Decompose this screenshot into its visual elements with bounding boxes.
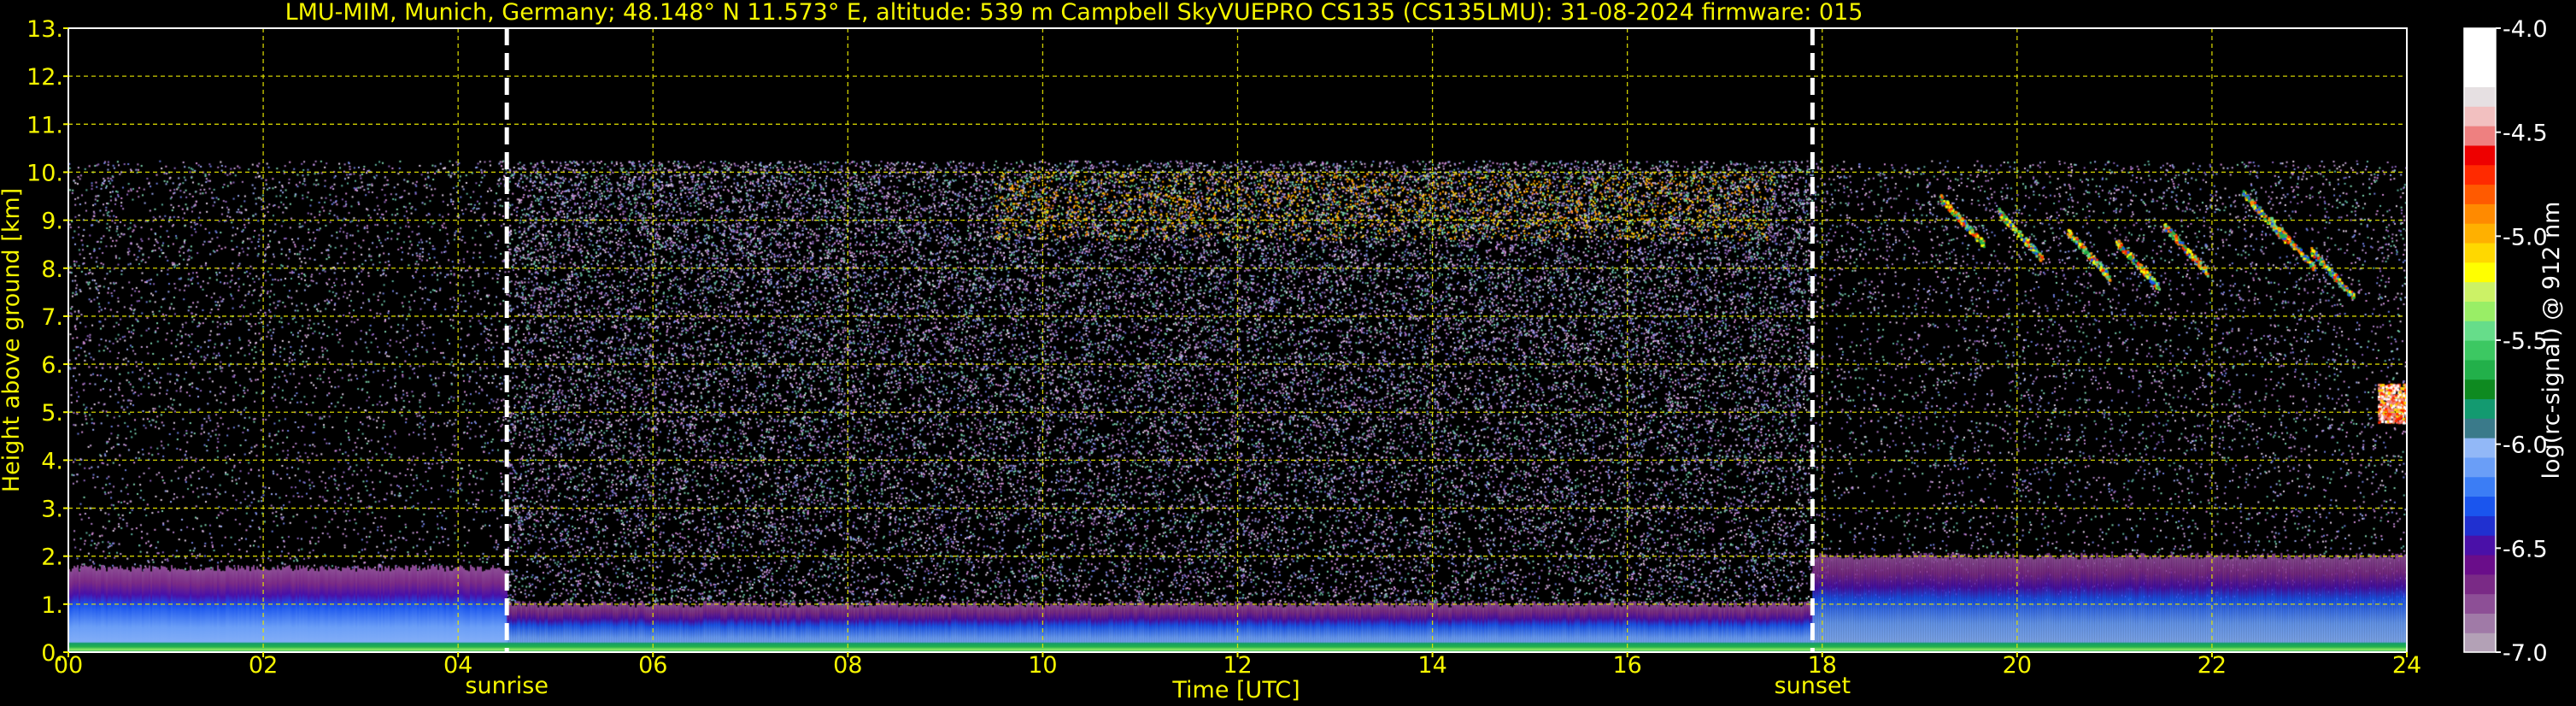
colorbar-swatch [2464, 515, 2496, 536]
x-axis-label: Time [UTC] [1171, 677, 1300, 703]
y-tick-label: 9. [41, 209, 63, 235]
colorbar-swatch [2464, 476, 2496, 497]
y-tick-label: 0. [41, 640, 63, 667]
colorbar-swatch [2464, 301, 2496, 321]
colorbar-swatch [2464, 67, 2496, 88]
x-tick-label: 16 [1612, 652, 1641, 679]
colorbar-swatch [2464, 144, 2496, 166]
y-tick-label: 8. [41, 256, 63, 283]
colorbar-swatch [2464, 106, 2496, 126]
colorbar-swatch [2464, 86, 2496, 107]
y-tick-label: 13. [26, 16, 63, 43]
colorbar-swatch [2464, 184, 2496, 204]
colorbar-label: log(rc-signal) @ 912 nm [2538, 202, 2565, 479]
x-tick-label: 10 [1028, 652, 1057, 679]
ceilometer-chart: sunrise sunset 00 02 04 06 08 10 12 14 16 18 20 22 24… [0, 0, 2565, 703]
colorbar-swatch [2464, 262, 2496, 283]
colorbar-swatch [2464, 438, 2496, 458]
y-tick-label: 7. [41, 304, 63, 331]
colorbar-swatch [2464, 418, 2496, 438]
colorbar-swatch [2464, 398, 2496, 419]
sunrise-label: sunrise [465, 673, 549, 699]
y-tick-label: 12. [26, 64, 63, 91]
y-tick-label: 5. [41, 400, 63, 427]
x-tick-label: 24 [2392, 652, 2421, 679]
y-tick-label: 4. [41, 448, 63, 474]
colorbar-swatch [2464, 281, 2496, 302]
colorbar-swatch [2464, 574, 2496, 595]
y-tick-label: 10. [26, 160, 63, 186]
y-tick-label: 3. [41, 497, 63, 523]
y-tick-label: 11. [26, 112, 63, 138]
colorbar-swatch [2464, 379, 2496, 400]
colorbar-tick-label: -7.0 [2503, 640, 2548, 667]
colorbar-swatch [2464, 593, 2496, 614]
colorbar-tick-label: -6.5 [2503, 536, 2548, 562]
colorbar-swatch [2464, 242, 2496, 263]
x-tick-label: 20 [2003, 652, 2032, 679]
colorbar: -7.0-6.5-6.0-5.5-5.0-4.5-4.0 [2463, 16, 2548, 667]
x-tick-label: 02 [249, 652, 278, 679]
colorbar-swatch [2464, 613, 2496, 633]
x-tick-label: 14 [1417, 652, 1446, 679]
x-tick-label: 22 [2198, 652, 2227, 679]
colorbar-swatch [2464, 28, 2496, 49]
colorbar-swatch [2464, 535, 2496, 556]
y-tick-label: 1. [41, 592, 63, 619]
x-tick-label: 04 [443, 652, 472, 679]
colorbar-swatch [2464, 456, 2496, 478]
colorbar-swatch [2464, 321, 2496, 341]
colorbar-tick-label: -4.0 [2503, 16, 2548, 43]
colorbar-swatch [2464, 496, 2496, 516]
y-axis-label: Height above ground [km] [0, 188, 25, 492]
colorbar-swatch [2464, 126, 2496, 146]
colorbar-tick-label: -4.5 [2503, 121, 2548, 147]
x-tick-label: 08 [833, 652, 862, 679]
colorbar-swatch [2464, 632, 2496, 653]
x-tick-label: 12 [1223, 652, 1252, 679]
colorbar-swatch [2464, 47, 2496, 68]
colorbar-swatch [2464, 554, 2496, 575]
y-tick-label: 6. [41, 352, 63, 379]
x-tick-label: 18 [1808, 652, 1837, 679]
colorbar-swatch [2464, 359, 2496, 380]
chart-title: LMU-MIM, Munich, Germany; 48.148° N 11.5… [285, 0, 1863, 26]
x-tick-label: 06 [638, 652, 667, 679]
colorbar-swatch [2464, 223, 2496, 244]
y-tick-label: 2. [41, 544, 63, 571]
colorbar-swatch [2464, 164, 2496, 185]
colorbar-swatch [2464, 203, 2496, 224]
colorbar-swatch [2464, 340, 2496, 361]
